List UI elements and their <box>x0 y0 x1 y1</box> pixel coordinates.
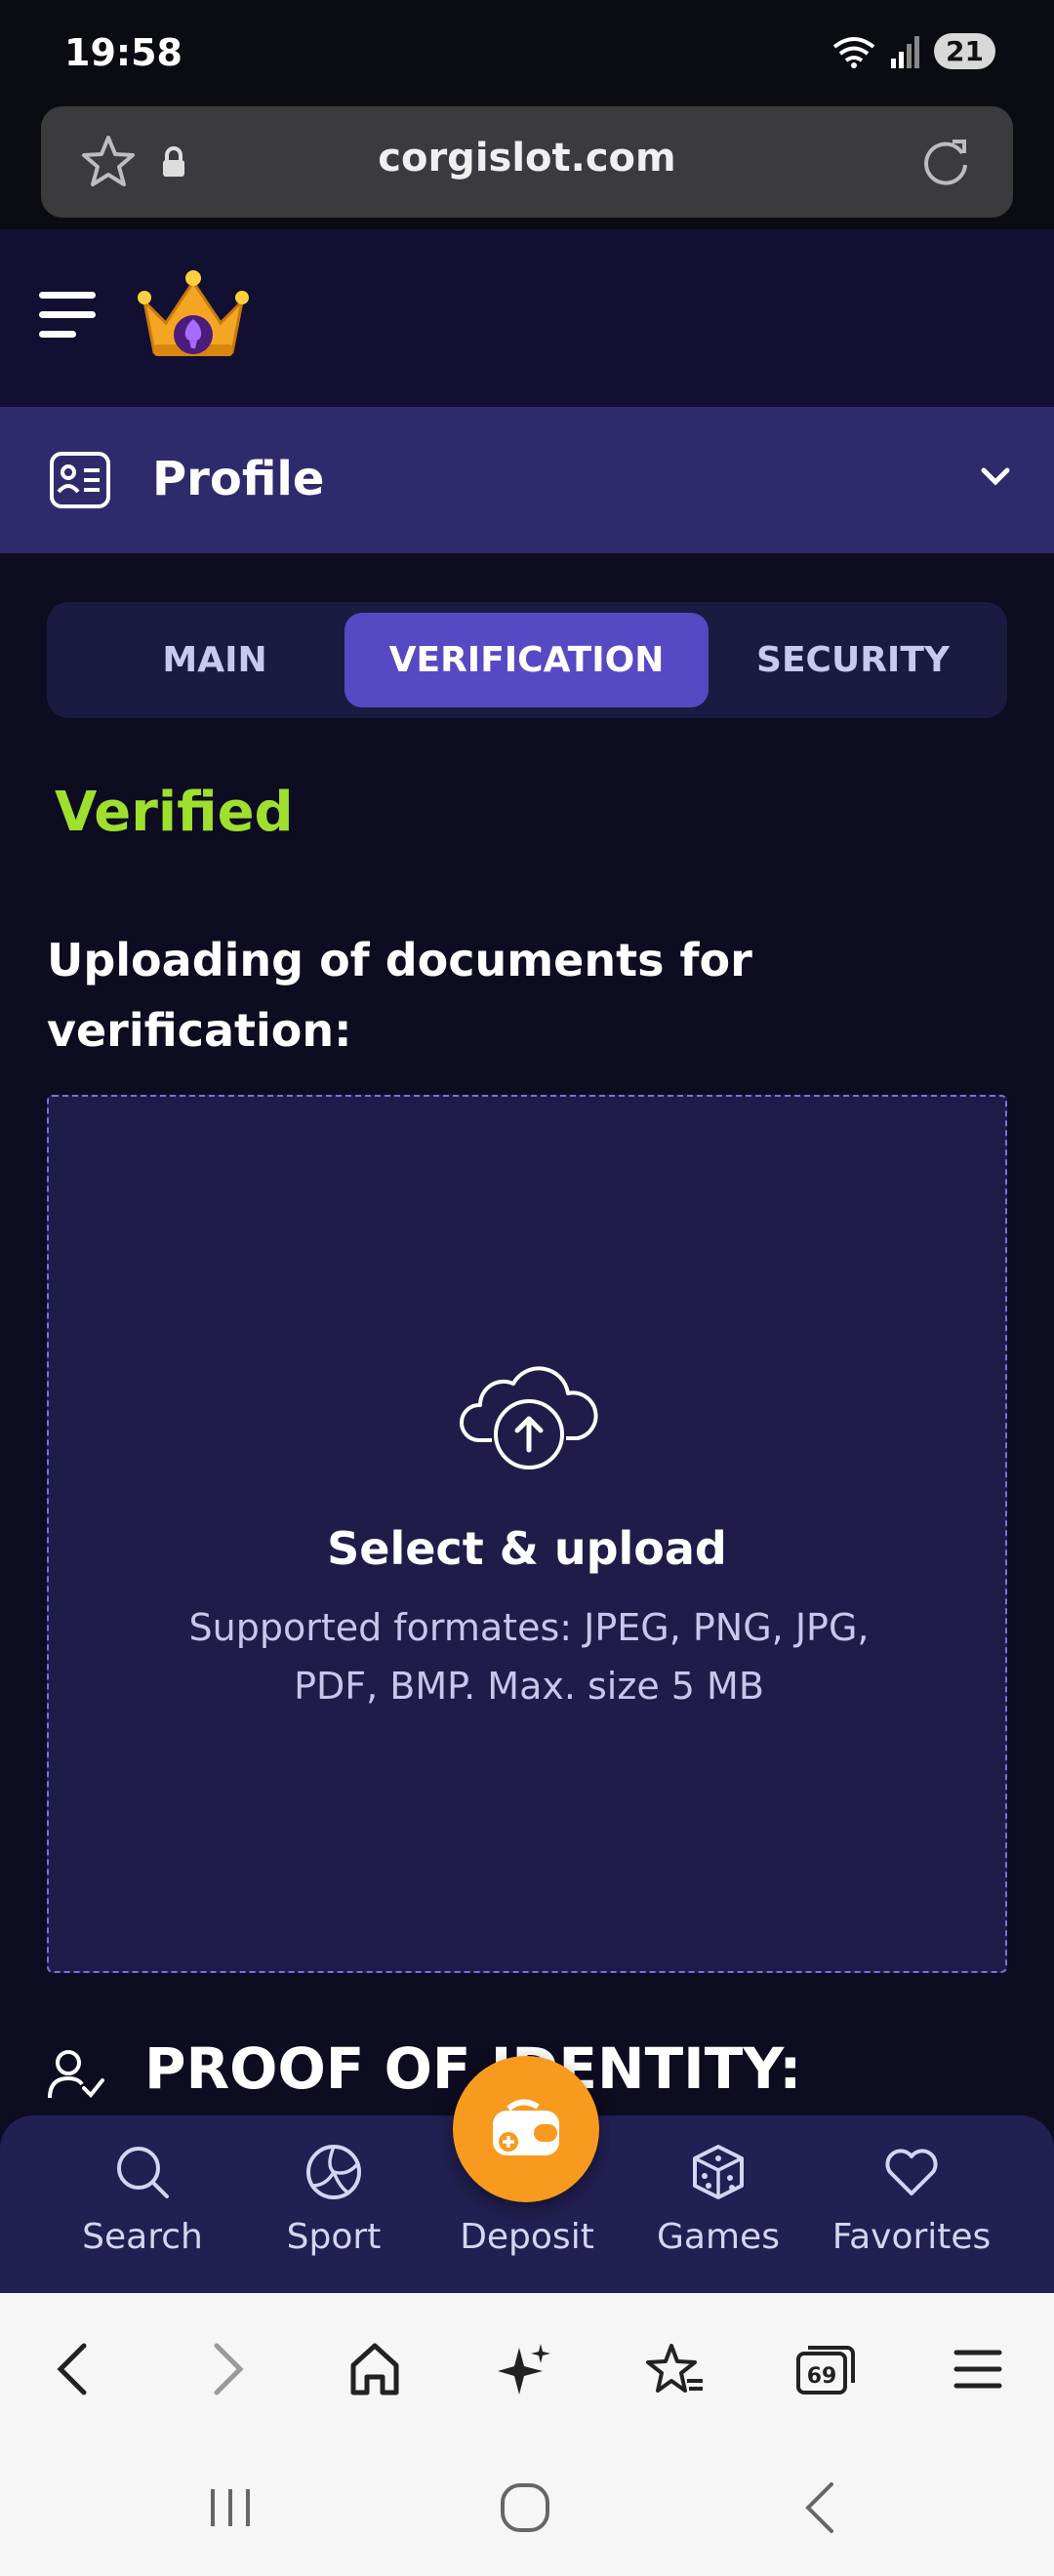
address-bar[interactable]: corgislot.com <box>41 106 1013 218</box>
browser-address-area: corgislot.com <box>0 102 1054 229</box>
site-header <box>0 229 1054 407</box>
url-text: corgislot.com <box>378 136 676 181</box>
upload-formats-text: Supported formates: JPEG, PNG, JPG, PDF,… <box>188 1606 870 1708</box>
hamburger-menu-button[interactable] <box>39 292 100 346</box>
menu-icon <box>953 2350 1002 2389</box>
recent-apps-button[interactable] <box>191 2478 269 2537</box>
nav-sport-label: Sport <box>286 2217 382 2257</box>
profile-section-header[interactable]: Profile <box>0 407 1054 553</box>
profile-tabs: MAIN VERIFICATION SECURITY <box>47 602 1007 718</box>
back-arrow-icon <box>57 2343 87 2395</box>
home-icon <box>350 2343 399 2395</box>
battery-indicator: 21 <box>934 33 995 69</box>
tabs-count: 69 <box>807 2364 837 2389</box>
status-time: 19:58 <box>64 31 182 74</box>
recent-apps-icon <box>211 2489 250 2526</box>
nav-favorites[interactable]: Favorites <box>816 2143 1007 2279</box>
upload-dropzone[interactable]: Select & upload Supported formates: JPEG… <box>47 1095 1007 1973</box>
volleyball-icon <box>306 2145 361 2199</box>
cloud-upload-icon <box>459 1366 598 1469</box>
browser-toolbar: 69 <box>0 2293 1054 2439</box>
verification-status: Verified <box>55 781 294 844</box>
tab-verification[interactable]: VERIFICATION <box>345 613 709 707</box>
sparkle-icon <box>498 2344 550 2395</box>
wifi-icon <box>832 36 875 68</box>
upload-heading: Uploading of documents for verification: <box>47 934 752 1057</box>
user-check-icon <box>48 2050 104 2099</box>
system-back-icon <box>805 2482 833 2533</box>
deposit-button[interactable] <box>453 2056 599 2202</box>
tab-main[interactable]: MAIN <box>59 613 371 707</box>
nav-search-label: Search <box>82 2217 203 2257</box>
nav-deposit-label: Deposit <box>460 2217 594 2257</box>
nav-sport[interactable]: Sport <box>238 2143 429 2279</box>
search-icon <box>117 2147 169 2198</box>
forward-arrow-icon <box>214 2343 244 2395</box>
nav-games-label: Games <box>657 2217 780 2257</box>
tab-security[interactable]: SECURITY <box>710 613 995 707</box>
heart-icon <box>885 2149 938 2195</box>
browser-ai-button[interactable] <box>488 2332 562 2406</box>
profile-card-icon <box>50 452 110 508</box>
status-icons: 21 <box>832 33 995 69</box>
bookmarks-star-icon <box>646 2344 703 2393</box>
system-home-button[interactable] <box>486 2478 564 2537</box>
tabs-icon: 69 <box>796 2346 855 2395</box>
system-back-button[interactable] <box>781 2478 859 2537</box>
signal-icon <box>891 35 920 68</box>
browser-menu-button[interactable] <box>941 2332 1015 2406</box>
profile-title: Profile <box>152 452 325 506</box>
browser-forward-button[interactable] <box>191 2332 265 2406</box>
browser-home-button[interactable] <box>338 2332 412 2406</box>
nav-favorites-label: Favorites <box>831 2217 992 2257</box>
browser-bookmarks-button[interactable] <box>638 2332 712 2406</box>
browser-back-button[interactable] <box>35 2332 109 2406</box>
nav-games[interactable]: Games <box>623 2143 814 2279</box>
dice-icon <box>693 2145 744 2199</box>
status-bar: 19:58 21 <box>0 0 1054 102</box>
home-circle-icon <box>501 2483 549 2532</box>
chevron-down-icon[interactable] <box>980 465 1011 487</box>
browser-tabs-button[interactable]: 69 <box>789 2332 863 2406</box>
system-navigation-bar <box>0 2439 1054 2576</box>
crown-logo-icon[interactable] <box>135 268 252 364</box>
wallet-icon <box>493 2099 559 2155</box>
reload-icon[interactable] <box>917 134 974 190</box>
nav-search[interactable]: Search <box>47 2143 238 2279</box>
select-upload-title: Select & upload <box>327 1522 727 1575</box>
